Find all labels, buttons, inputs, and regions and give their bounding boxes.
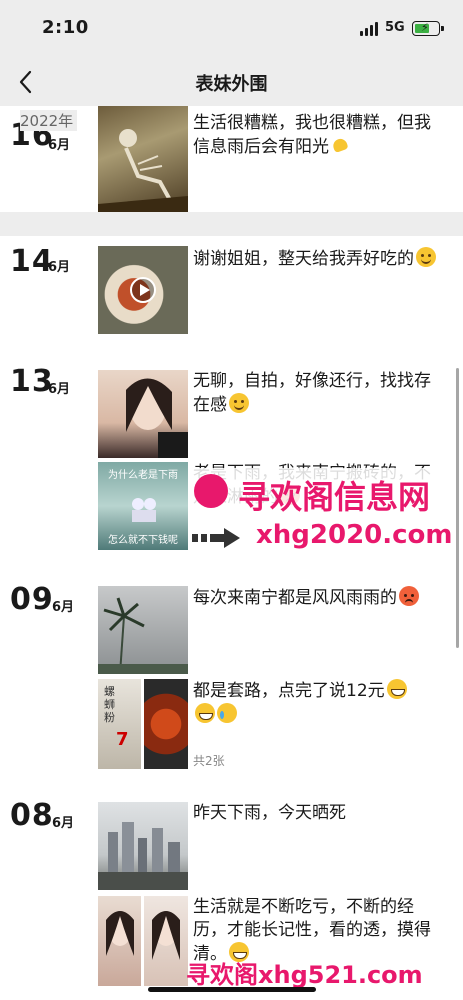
post-text[interactable]: 昨天下雨，今天晒死 (193, 802, 443, 825)
post-text[interactable]: 生活就是不断吃亏，不断的经历，才能长记性，看的透，摸得清。 (193, 896, 443, 966)
network-type: 5G (385, 20, 405, 35)
post-image[interactable]: 为什么老是下雨 怎么就不下钱呢 (98, 462, 188, 550)
image-count: 共2张 (193, 754, 225, 768)
smile-emoji (229, 393, 249, 413)
post-text[interactable]: 谢谢姐姐，整天给我弄好吃的 (193, 247, 443, 271)
signal-icon (360, 22, 380, 36)
post-month: 6月 (48, 382, 71, 397)
post-image[interactable] (98, 896, 141, 986)
status-time: 2:10 (42, 17, 89, 38)
post-text[interactable]: 每次来南宁都是风风雨雨的 (193, 586, 443, 610)
post-image[interactable] (144, 679, 188, 769)
sign-number: 7 (116, 729, 129, 750)
battery-icon: ⚡ (412, 21, 444, 36)
post-month: 6月 (48, 260, 71, 275)
post-image[interactable] (144, 896, 188, 986)
post-image[interactable] (98, 106, 188, 212)
angry-emoji (399, 586, 419, 606)
post-month: 6月 (48, 138, 71, 153)
post-image[interactable] (98, 586, 188, 674)
angry-emoji (280, 485, 300, 505)
year-label: 2022年 (20, 110, 78, 131)
sign-text: 螺蛳粉 (104, 685, 115, 724)
post-text[interactable]: 生活很糟糕，我也很糟糕，但我信息雨后会有阳光 (193, 112, 443, 159)
play-icon[interactable] (130, 277, 156, 303)
post-image[interactable] (98, 802, 188, 890)
post-month: 6月 (52, 816, 75, 831)
post-text[interactable]: 老是下雨，我来南宁搬砖的，不是来淋雨的 (193, 462, 443, 509)
smile-emoji (416, 247, 436, 267)
crying-emoji (217, 703, 237, 723)
status-bar: 2:10 5G ⚡ (0, 0, 463, 58)
post-video-thumbnail[interactable] (98, 246, 188, 334)
image-caption: 怎么就不下钱呢 (108, 535, 178, 546)
post-day: 09 (10, 582, 54, 617)
post-text[interactable]: 都是套路，点完了说12元 (193, 679, 443, 727)
grin-emoji (229, 942, 249, 962)
grin-emoji (386, 679, 407, 699)
post-day: 08 (10, 798, 54, 833)
year-header (0, 212, 463, 236)
moments-feed[interactable]: 16 6月 生活很糟糕，我也很糟糕，但我信息雨后会有阳光 14 6月 谢谢姐姐，… (0, 106, 463, 1000)
post-image[interactable] (98, 370, 188, 458)
page-title: 表妹外围 (195, 74, 268, 95)
flexed-biceps-emoji (331, 135, 351, 155)
grin-emoji (195, 703, 215, 723)
scrollbar[interactable] (456, 368, 459, 648)
home-indicator[interactable] (148, 987, 316, 992)
nav-bar: 表妹外围 (0, 58, 463, 106)
post-image[interactable]: 螺蛳粉 7 (98, 679, 141, 769)
post-month: 6月 (52, 600, 75, 615)
post-text[interactable]: 无聊，自拍，好像还行，找找存在感 (193, 370, 443, 417)
